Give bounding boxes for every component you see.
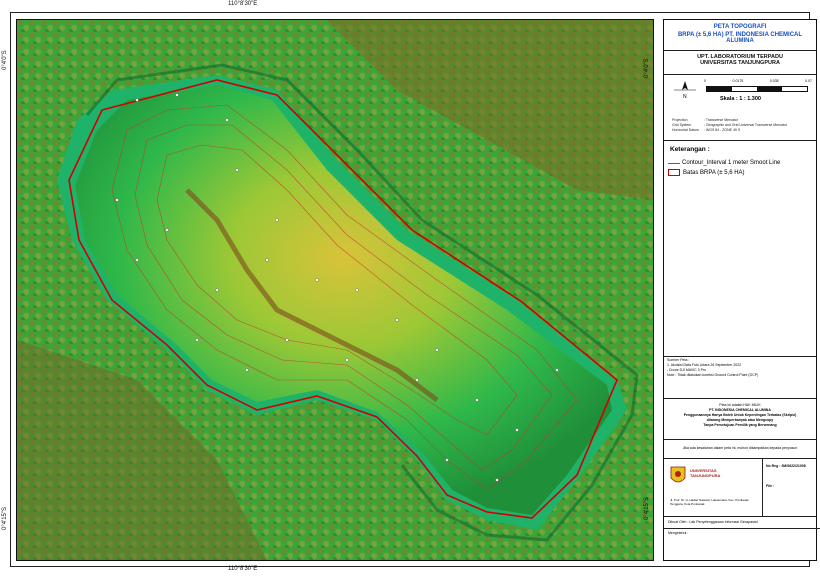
institution-line2: UNIVERSITAS TANJUNGPURA [700,60,780,66]
map-title: PETA TOPOGRAFI [713,24,767,30]
logo-block: UNIVERSITAS TANJUNGPURA Jl. Prof. Dr. H.… [664,458,816,517]
correction-note: Jika ada kesalahan dalam peta ini, mohon… [664,438,816,459]
scale-label: Skala : 1 : 1.300 [720,96,761,102]
coord-right-bottom: 0°4'15"S [644,496,650,520]
legend-block: Keterangan : Contour_Interval 1 meter Sm… [664,140,816,357]
map-subtitle: BRPA (± 5,6 HA) PT. INDONESIA CHEMICAL A… [677,32,803,44]
ownership-block: Peta ini adalah HAK MILIK PT. INDONESIA … [664,398,816,440]
legend-contour: Contour_Interval 1 meter Smoot Line [668,160,780,166]
university-logo-icon [670,466,686,483]
contour-line-icon [668,162,680,164]
legend-boundary: Batas BRPA (± 5,6 HA) [668,169,745,176]
elevation-map [17,20,653,560]
coord-right-top: 0°4'0"S [644,58,650,78]
scale-block: N 0 0.0175 0.035 0.07 Skala : 1 : 1.300 … [664,74,816,141]
scale-tick: 0.0175 [732,79,744,83]
legend-title: Keterangan : [670,146,710,153]
scale-ticks: 0 0.0175 0.035 0.07 [704,79,812,83]
coord-left-top: 0°4'0"S [2,50,8,70]
scale-bar [706,86,808,92]
coord-top: 110°8'30"E [228,1,258,7]
registration-number: No Reg : 2M/0622/21008 [766,464,806,468]
acknowledged-by: Mengetahui : [668,531,689,535]
source-notes: Sumber Peta : 1. Akuisisi Data Foto Udar… [667,358,759,377]
institution-block: UPT. LABORATORIUM TERPADU UNIVERSITAS TA… [664,50,816,75]
coord-left-bottom: 0°4'15"S [2,506,8,530]
file-label: File : [766,484,775,488]
projection-info: Projection: Transverse Mercator Grid Sys… [672,118,788,132]
map-legend-panel: PETA TOPOGRAFI BRPA (± 5,6 HA) PT. INDON… [663,19,820,561]
map-sheet: PETA TOPOGRAFI BRPA (± 5,6 HA) PT. INDON… [10,12,820,567]
topographic-map[interactable] [16,19,654,561]
university-name: UNIVERSITAS TANJUNGPURA [690,468,721,478]
scale-tick: 0.07 [805,79,812,83]
coord-bottom: 110°8'30"E [228,566,258,572]
boundary-box-icon [668,169,680,176]
university-address: Jl. Prof. Dr. H. Hadari Nawawi, Laksaman… [670,498,749,506]
svg-text:N: N [683,94,687,100]
north-arrow-icon: N [674,81,696,100]
title-block: PETA TOPOGRAFI BRPA (± 5,6 HA) PT. INDON… [664,20,816,51]
scale-tick: 0.035 [769,79,779,83]
scale-tick: 0 [704,79,706,83]
